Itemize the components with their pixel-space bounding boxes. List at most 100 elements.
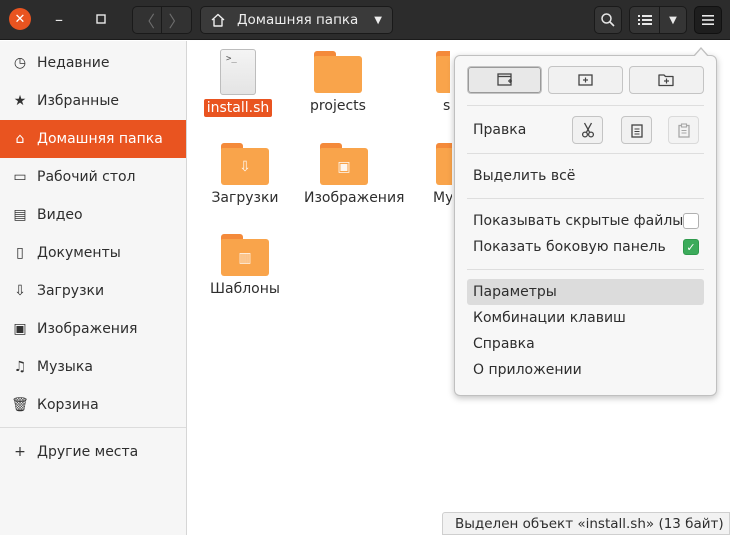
show-hidden-checkbox[interactable] <box>683 213 699 229</box>
menu-divider <box>467 153 704 154</box>
file-name: sn <box>443 98 450 114</box>
sidebar-item-label: Избранные <box>37 93 119 109</box>
new-tab-button[interactable] <box>548 66 623 94</box>
templates-folder-icon: ▥ <box>221 234 269 276</box>
show-sidebar-checkbox[interactable]: ✓ <box>683 239 699 255</box>
navigation-group: 〈 〉 <box>132 6 192 34</box>
download-folder-icon: ⇩ <box>221 143 269 185</box>
copy-icon <box>630 123 643 138</box>
chevron-down-icon: ▼ <box>374 14 382 26</box>
sidebar-item-label: Недавние <box>37 55 110 71</box>
sidebar-item-videos[interactable]: ▤ Видео <box>0 196 186 234</box>
menu-divider <box>467 269 704 270</box>
file-name: install.sh <box>203 99 273 117</box>
location-label: Домашняя папка <box>237 12 359 28</box>
file-name: projects <box>310 98 366 114</box>
folder-item-sn[interactable]: sn <box>410 41 450 115</box>
file-item-install-sh[interactable]: >_ install.sh <box>188 43 288 117</box>
menu-item-show-hidden-files[interactable]: Показывать скрытые файлы <box>467 208 704 234</box>
new-window-button[interactable] <box>467 66 542 94</box>
new-window-icon <box>496 73 512 86</box>
image-icon: ▣ <box>337 158 351 175</box>
script-file-icon: >_ <box>220 49 256 95</box>
sidebar-item-label: Музыка <box>37 359 93 375</box>
sidebar-item-label: Документы <box>37 245 121 261</box>
close-button[interactable]: ✕ <box>9 8 31 30</box>
menu-item-show-sidebar[interactable]: Показать боковую панель <box>467 234 704 260</box>
music-icon: ♫ <box>13 359 27 375</box>
film-icon: ▤ <box>13 207 27 223</box>
sidebar-item-documents[interactable]: ▯ Документы <box>0 234 186 272</box>
edit-label: Правка <box>473 122 527 138</box>
location-button[interactable]: Домашняя папка ▼ <box>200 6 393 34</box>
minimize-icon: – <box>55 9 63 29</box>
folder-item-pictures[interactable]: ▣ Изображения <box>294 133 404 207</box>
menu-item-preferences[interactable]: Параметры <box>467 279 704 305</box>
folder-icon <box>314 51 362 93</box>
main-menu-button[interactable] <box>694 6 722 34</box>
folder-icon <box>436 51 450 93</box>
forward-button[interactable]: 〉 <box>162 7 191 33</box>
download-icon: ⇩ <box>239 158 251 175</box>
sidebar-item-label: Другие места <box>37 444 139 460</box>
sidebar-item-recent[interactable]: ◷ Недавние <box>0 44 186 82</box>
sidebar-item-other-locations[interactable]: + Другие места <box>0 433 186 471</box>
sidebar-item-home[interactable]: ⌂ Домашняя папка <box>0 120 186 158</box>
status-bar: Выделен объект «install.sh» (13 байт) <box>442 512 730 535</box>
menu-item-label: Комбинации клавиш <box>473 310 626 326</box>
menu-item-label: Справка <box>473 336 535 352</box>
list-view-button[interactable] <box>630 7 660 33</box>
menu-item-about[interactable]: О приложении <box>467 357 704 383</box>
sidebar-item-label: Домашняя папка <box>37 131 163 147</box>
menu-divider <box>467 105 704 106</box>
pictures-folder-icon: ▣ <box>320 143 368 185</box>
scissors-icon <box>581 122 594 138</box>
new-folder-button[interactable] <box>629 66 704 94</box>
sidebar-item-music[interactable]: ♫ Музыка <box>0 348 186 386</box>
folder-item-downloads[interactable]: ⇩ Загрузки <box>195 133 295 207</box>
chevron-right-icon: 〉 <box>168 12 185 31</box>
view-options-button[interactable]: ▼ <box>660 7 686 33</box>
copy-button[interactable] <box>621 116 652 144</box>
paste-icon <box>677 122 690 138</box>
search-button[interactable] <box>594 6 622 34</box>
terminal-icon: >_ <box>226 54 237 64</box>
menu-item-label: Показать боковую панель <box>473 239 666 255</box>
sidebar-item-label: Загрузки <box>37 283 105 299</box>
new-folder-icon <box>658 74 674 87</box>
folder-item-templates[interactable]: ▥ Шаблоны <box>195 224 295 298</box>
hamburger-icon <box>702 15 714 25</box>
list-icon <box>637 15 652 25</box>
header-bar: ✕ – 〈 〉 Домашняя папка ▼ ▼ <box>0 0 730 40</box>
music-folder-icon <box>436 143 452 185</box>
menu-item-label: Показывать скрытые файлы <box>473 213 684 229</box>
menu-divider <box>467 198 704 199</box>
chevron-down-icon: ▼ <box>669 14 677 26</box>
sidebar-divider <box>0 427 186 428</box>
sidebar-item-downloads[interactable]: ⇩ Загрузки <box>0 272 186 310</box>
sidebar-item-starred[interactable]: ★ Избранные <box>0 82 186 120</box>
minimize-button[interactable]: – <box>48 8 70 30</box>
menu-item-keyboard-shortcuts[interactable]: Комбинации клавиш <box>467 305 704 331</box>
back-button[interactable]: 〈 <box>133 7 163 33</box>
folder-item-projects[interactable]: projects <box>288 41 388 115</box>
plus-icon: + <box>14 444 26 460</box>
folder-item-music[interactable]: Му <box>416 133 452 207</box>
cut-button[interactable] <box>572 116 603 144</box>
maximize-button[interactable] <box>90 8 112 30</box>
menu-item-help[interactable]: Справка <box>467 331 704 357</box>
trash-icon: 🗑 <box>11 397 29 413</box>
sidebar-item-pictures[interactable]: ▣ Изображения <box>0 310 186 348</box>
view-group: ▼ <box>629 6 687 34</box>
paste-button[interactable] <box>668 116 699 144</box>
menu-item-select-all[interactable]: Выделить всё <box>467 163 704 189</box>
home-icon: ⌂ <box>15 131 25 147</box>
document-icon: ▯ <box>16 245 24 261</box>
image-icon: ▣ <box>13 321 27 337</box>
template-icon: ▥ <box>238 249 252 266</box>
chevron-left-icon: 〈 <box>139 12 156 31</box>
new-tab-icon <box>577 74 593 86</box>
sidebar-item-trash[interactable]: 🗑 Корзина <box>0 386 186 424</box>
sidebar-item-desktop[interactable]: ▭ Рабочий стол <box>0 158 186 196</box>
sidebar-item-label: Рабочий стол <box>37 169 136 185</box>
